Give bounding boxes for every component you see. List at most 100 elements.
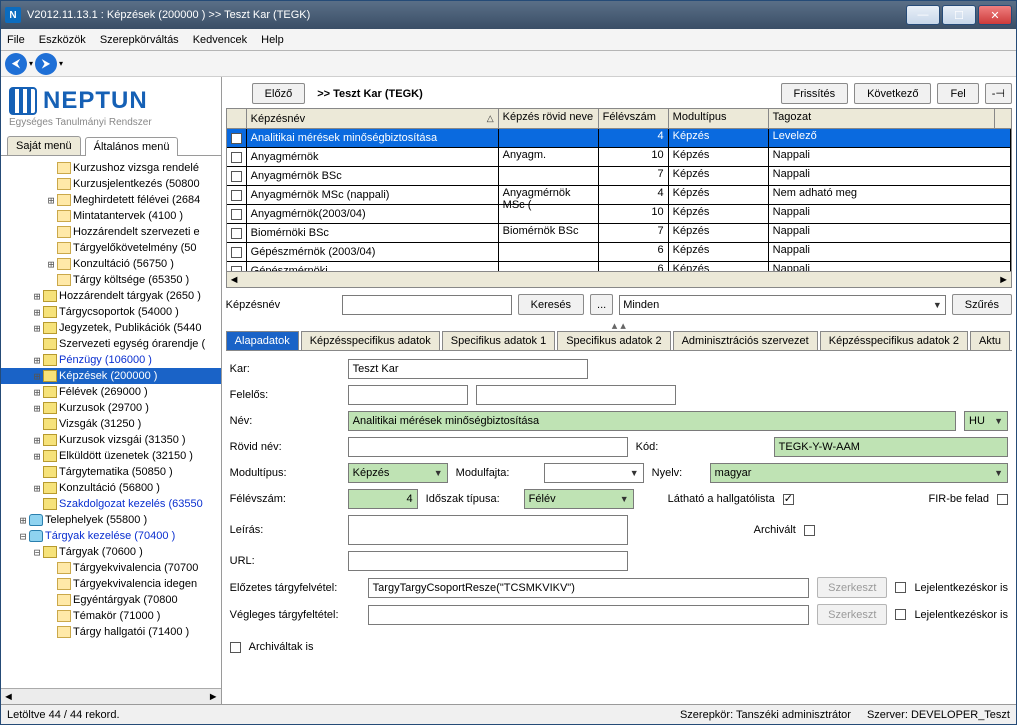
tree-node[interactable]: Szakdolgozat kezelés (63550: [1, 496, 221, 512]
checkbox-lathato[interactable]: ✓: [783, 494, 794, 505]
menu-help[interactable]: Help: [261, 34, 284, 46]
tree-node[interactable]: ⊞Jegyzetek, Publikációk (5440: [1, 320, 221, 336]
detail-tab[interactable]: Aktu: [970, 331, 1010, 350]
tree-node[interactable]: ⊞Kurzusok vizsgái (31350 ): [1, 432, 221, 448]
table-row[interactable]: Anyagmérnök MSc (nappali)Anyagmérnök MSc…: [227, 186, 1011, 205]
tree-node[interactable]: ⊞Elküldött üzenetek (32150 ): [1, 448, 221, 464]
row-checkbox[interactable]: [231, 228, 242, 239]
table-row[interactable]: Biomérnöki BScBiomérnök BSc7KépzésNappal…: [227, 224, 1011, 243]
detail-tab[interactable]: Specifikus adatok 2: [557, 331, 670, 350]
tree-node[interactable]: Tárgytematika (50850 ): [1, 464, 221, 480]
grid-header-modultipus[interactable]: Modultípus: [669, 109, 769, 128]
field-nev[interactable]: Analitikai mérések minőségbiztosítása: [348, 411, 956, 431]
grid-header-tagozat[interactable]: Tagozat: [769, 109, 995, 128]
tree-node[interactable]: Szervezeti egység órarendje (: [1, 336, 221, 352]
tree-node[interactable]: ⊞Meghirdetett félévei (2684: [1, 192, 221, 208]
table-row[interactable]: Anyagmérnök BSc7KépzésNappali: [227, 167, 1011, 186]
checkbox-lejelent-1[interactable]: [895, 582, 906, 593]
field-rovidnev[interactable]: [348, 437, 628, 457]
close-button[interactable]: ✕: [978, 5, 1012, 25]
field-modultipus[interactable]: Képzés▼: [348, 463, 448, 483]
checkbox-fir[interactable]: [997, 494, 1008, 505]
field-vegleges[interactable]: [368, 605, 809, 625]
grid-hscrollbar[interactable]: ◄►: [227, 271, 1011, 287]
row-checkbox[interactable]: [231, 209, 242, 220]
menu-tools[interactable]: Eszközök: [39, 34, 86, 46]
row-checkbox[interactable]: [231, 133, 242, 144]
menu-file[interactable]: File: [7, 34, 25, 46]
nav-back-dropdown[interactable]: ▾: [29, 59, 33, 68]
search-input[interactable]: [342, 295, 512, 315]
tab-own-menu[interactable]: Saját menü: [7, 136, 81, 155]
tree-node[interactable]: ⊞Konzultáció (56750 ): [1, 256, 221, 272]
field-url[interactable]: [348, 551, 628, 571]
menu-favorites[interactable]: Kedvencek: [193, 34, 247, 46]
row-checkbox[interactable]: [231, 171, 242, 182]
tree-node[interactable]: ⊞Konzultáció (56800 ): [1, 480, 221, 496]
tree-node[interactable]: ⊞Tárgycsoportok (54000 ): [1, 304, 221, 320]
up-button[interactable]: Fel: [937, 83, 978, 104]
tree-node[interactable]: Kurzushoz vizsga rendelé: [1, 160, 221, 176]
tree-node[interactable]: ⊞Kurzusok (29700 ): [1, 400, 221, 416]
field-felevszam[interactable]: 4: [348, 489, 418, 509]
tree-node[interactable]: Vizsgák (31250 ): [1, 416, 221, 432]
data-grid[interactable]: Képzésnév△ Képzés rövid neve Félévszám M…: [226, 108, 1012, 288]
field-felelos-2[interactable]: [476, 385, 676, 405]
next-button[interactable]: Következő: [854, 83, 931, 104]
detail-tab[interactable]: Alapadatok: [226, 331, 299, 350]
field-kar[interactable]: Teszt Kar: [348, 359, 588, 379]
nav-back-button[interactable]: ⮜: [5, 53, 27, 75]
tab-general-menu[interactable]: Általános menü: [85, 137, 179, 156]
tree-node[interactable]: Tárgyekvivalencia (70700: [1, 560, 221, 576]
search-more-button[interactable]: ...: [590, 294, 613, 315]
field-kod[interactable]: TEGK-Y-W-AAM: [774, 437, 1008, 457]
tree-node[interactable]: Mintatantervek (4100 ): [1, 208, 221, 224]
row-checkbox[interactable]: [231, 247, 242, 258]
tree-hscrollbar[interactable]: ◄►: [1, 688, 221, 704]
tree-node[interactable]: Tárgy költsége (65350 ): [1, 272, 221, 288]
checkbox-lejelent-2[interactable]: [895, 609, 906, 620]
field-modulfajta[interactable]: ▼: [544, 463, 644, 483]
row-checkbox[interactable]: [231, 190, 242, 201]
field-elozetes[interactable]: TargyTargyCsoportResze("TCSMKVIKV"): [368, 578, 809, 598]
tree-node[interactable]: ⊟Tárgyak (70600 ): [1, 544, 221, 560]
table-row[interactable]: Anyagmérnök(2003/04)10KépzésNappali: [227, 205, 1011, 224]
detail-tab[interactable]: Képzésspecifikus adatok: [301, 331, 440, 350]
tree-view[interactable]: Kurzushoz vizsga rendeléKurzusjelentkezé…: [1, 156, 221, 688]
grid-header-rovid[interactable]: Képzés rövid neve: [499, 109, 599, 128]
table-row[interactable]: Analitikai mérések minőségbiztosítása4Ké…: [227, 129, 1011, 148]
tree-node[interactable]: Hozzárendelt szervezeti e: [1, 224, 221, 240]
search-button[interactable]: Keresés: [518, 294, 584, 315]
tree-node[interactable]: ⊞Telephelyek (55800 ): [1, 512, 221, 528]
filter-dropdown[interactable]: Minden▼: [619, 295, 946, 315]
grid-header-felevszam[interactable]: Félévszám: [599, 109, 669, 128]
detail-tab[interactable]: Specifikus adatok 1: [442, 331, 555, 350]
table-row[interactable]: AnyagmérnökAnyagm.10KépzésNappali: [227, 148, 1011, 167]
tree-node[interactable]: Tárgyelőkövetelmény (50: [1, 240, 221, 256]
tree-node[interactable]: Kurzusjelentkezés (50800: [1, 176, 221, 192]
minimize-button[interactable]: —: [906, 5, 940, 25]
nav-forward-button[interactable]: ⮞: [35, 53, 57, 75]
nav-forward-dropdown[interactable]: ▾: [59, 59, 63, 68]
tree-node[interactable]: ⊞Képzések (200000 ): [1, 368, 221, 384]
tree-node[interactable]: ⊞Hozzárendelt tárgyak (2650 ): [1, 288, 221, 304]
table-row[interactable]: Gépészmérnök (2003/04)6KépzésNappali: [227, 243, 1011, 262]
field-felelos-1[interactable]: [348, 385, 468, 405]
tree-node[interactable]: Egyéntárgyak (70800: [1, 592, 221, 608]
row-checkbox[interactable]: [231, 152, 242, 163]
menu-roleswitch[interactable]: Szerepkörváltás: [100, 34, 179, 46]
detail-tab[interactable]: Adminisztrációs szervezet: [673, 331, 818, 350]
tree-node[interactable]: Tárgyekvivalencia idegen: [1, 576, 221, 592]
checkbox-archivalt[interactable]: [804, 525, 815, 536]
tree-node[interactable]: Témakör (71000 ): [1, 608, 221, 624]
prev-button[interactable]: Előző: [252, 83, 306, 104]
grid-header-kepzesnev[interactable]: Képzésnév: [251, 113, 305, 125]
checkbox-archivaltak-is[interactable]: [230, 642, 241, 653]
tree-node[interactable]: ⊟Tárgyak kezelése (70400 ): [1, 528, 221, 544]
maximize-button[interactable]: ☐: [942, 5, 976, 25]
refresh-button[interactable]: Frissítés: [781, 83, 849, 104]
detail-tab[interactable]: Képzésspecifikus adatok 2: [820, 331, 968, 350]
field-nev-lang[interactable]: HU▼: [964, 411, 1008, 431]
tree-node[interactable]: ⊞Félévek (269000 ): [1, 384, 221, 400]
pin-button[interactable]: -⊣: [985, 83, 1012, 104]
